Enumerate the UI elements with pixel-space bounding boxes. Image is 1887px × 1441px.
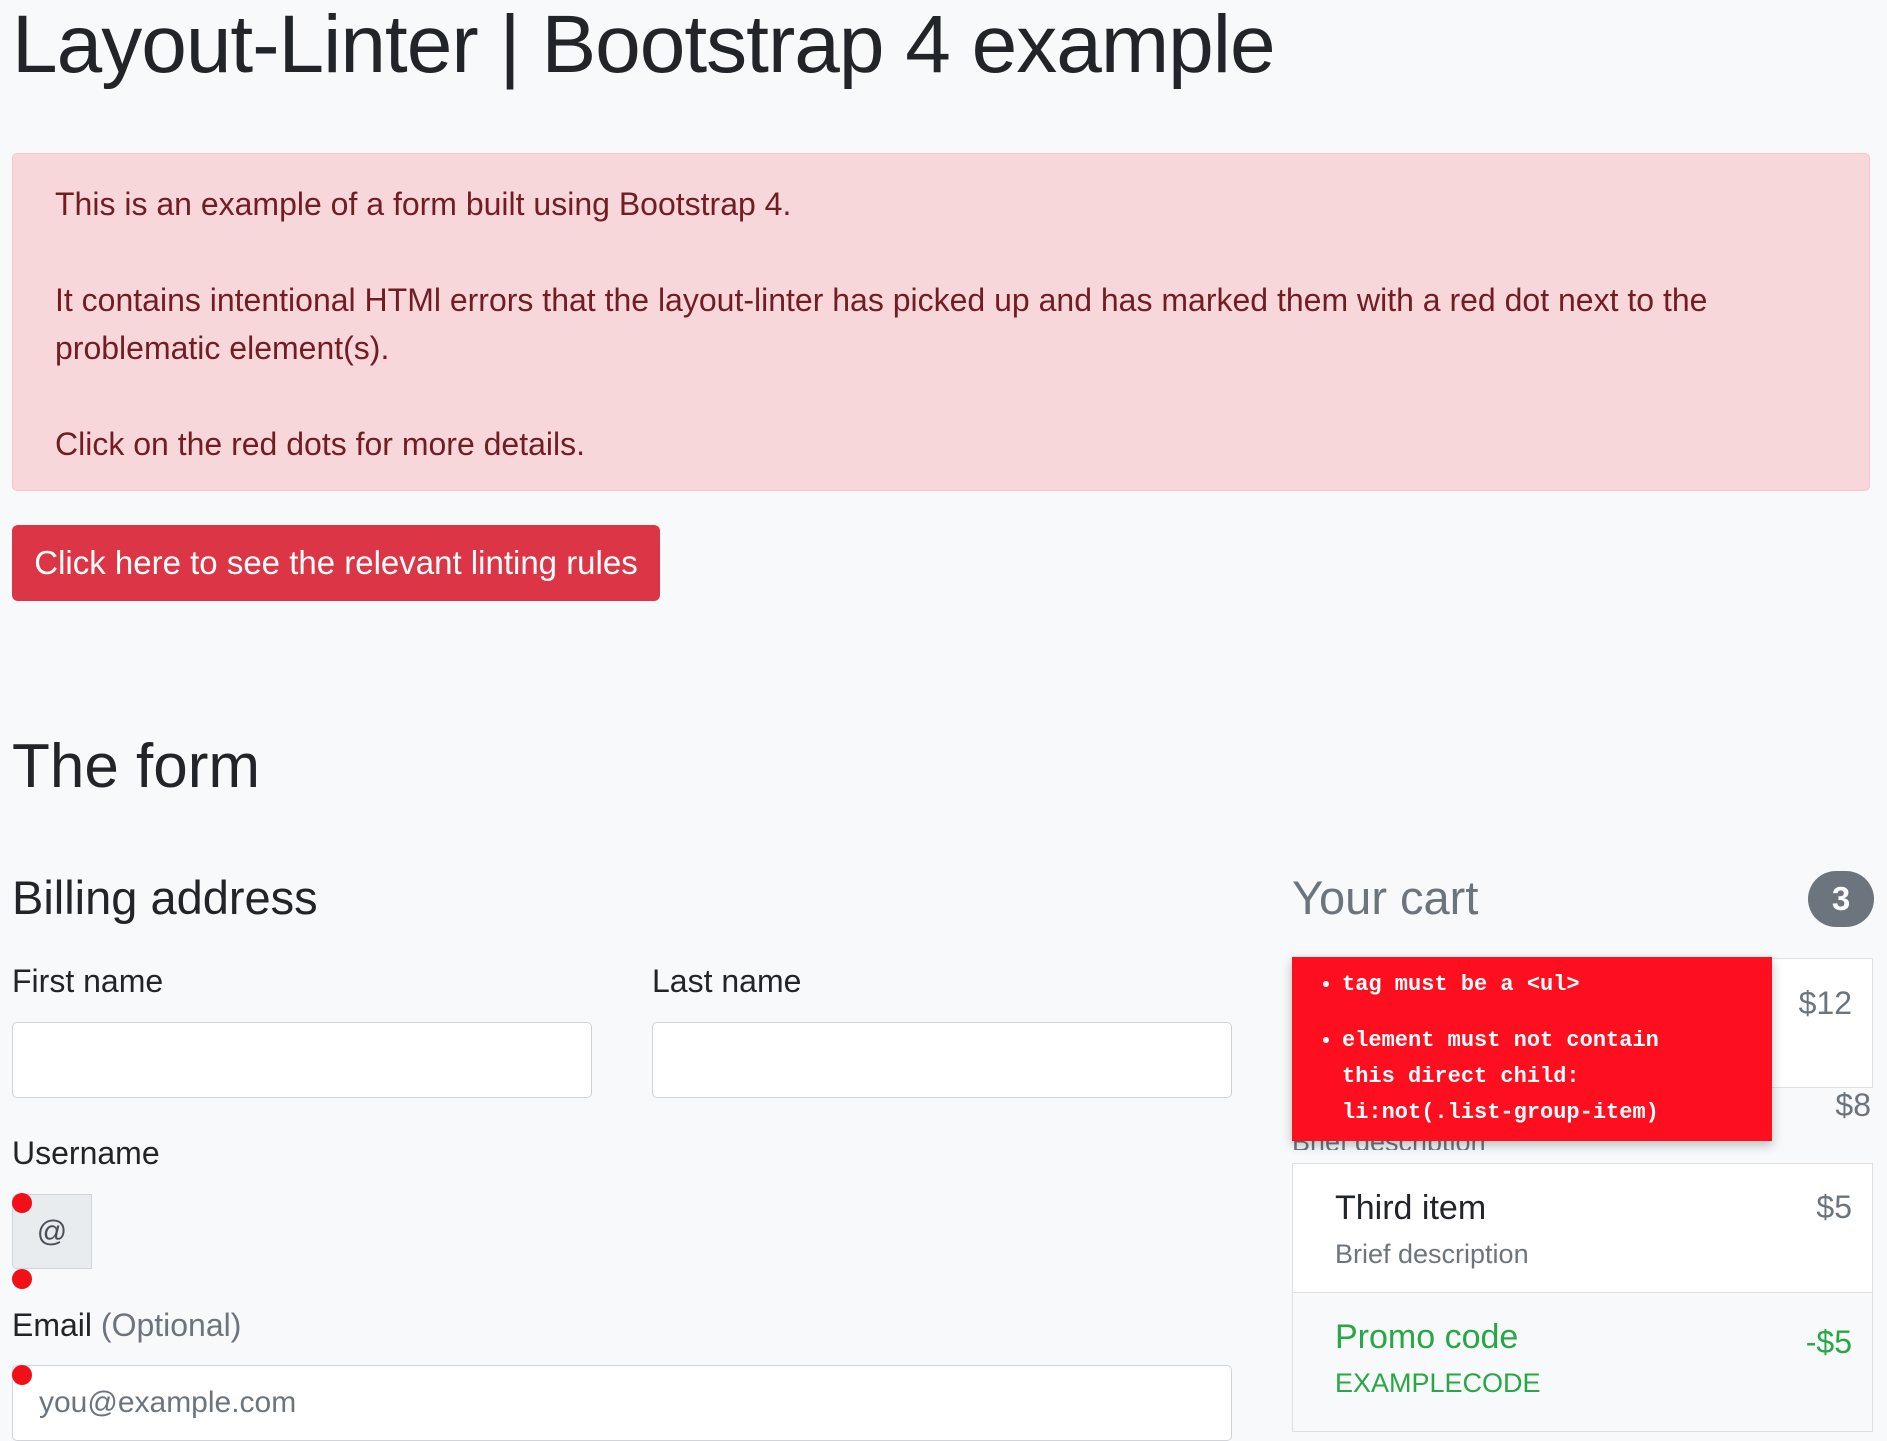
alert-line-3: Click on the red dots for more details. <box>55 426 586 462</box>
item-price: $5 <box>1816 1189 1852 1225</box>
lint-error-dot[interactable] <box>12 1269 32 1289</box>
form-heading: The form <box>12 732 261 801</box>
lint-error-line: element must not contain <box>1342 1028 1659 1053</box>
lint-error-dot[interactable] <box>12 1193 32 1213</box>
alert-line-1: This is an example of a form built using… <box>55 186 792 222</box>
lint-error-popup: tag must be a <ul> element must not cont… <box>1292 957 1772 1141</box>
lint-error-line: this direct child: <box>1342 1064 1580 1089</box>
first-name-input[interactable] <box>12 1022 592 1098</box>
lint-error-dot[interactable] <box>12 1365 32 1385</box>
promo-discount: -$5 <box>1805 1324 1852 1360</box>
email-input[interactable]: you@example.com <box>12 1365 1232 1441</box>
info-alert: This is an example of a form built using… <box>12 153 1870 491</box>
item-price: $12 <box>1798 985 1852 1021</box>
page-title: Layout-Linter | Bootstrap 4 example <box>12 0 1276 90</box>
first-name-label: First name <box>12 963 164 999</box>
email-label-text: Email <box>12 1307 93 1343</box>
linting-rules-button[interactable]: Click here to see the relevant linting r… <box>12 525 660 601</box>
cart-promo-code: Promo code EXAMPLECODE -$5 <box>1292 1292 1873 1432</box>
last-name-label: Last name <box>652 963 802 999</box>
email-placeholder: you@example.com <box>39 1386 297 1419</box>
promo-name: Promo code <box>1335 1318 1519 1356</box>
email-optional-text: (Optional) <box>100 1307 242 1343</box>
lint-error-item: tag must be a <ul> <box>1342 967 1772 1003</box>
billing-heading: Billing address <box>12 871 318 924</box>
cart-count-badge: 3 <box>1808 871 1874 927</box>
last-name-input[interactable] <box>652 1022 1232 1098</box>
cart-item-third: Third item Brief description $5 <box>1292 1163 1873 1293</box>
alert-line-2a: It contains intentional HTMl errors that… <box>55 282 1708 318</box>
item-name: Third item <box>1335 1189 1487 1227</box>
cart-title: Your cart <box>1292 871 1479 924</box>
lint-error-item: element must not contain this direct chi… <box>1342 1023 1772 1131</box>
item-description: Brief description <box>1335 1239 1529 1269</box>
username-label: Username <box>12 1135 160 1171</box>
alert-line-2b: problematic element(s). <box>55 330 390 366</box>
item-price: $8 <box>1835 1087 1871 1123</box>
email-label: Email (Optional) <box>12 1306 241 1344</box>
promo-code: EXAMPLECODE <box>1335 1368 1541 1398</box>
lint-error-line: li:not(.list-group-item) <box>1342 1100 1659 1125</box>
